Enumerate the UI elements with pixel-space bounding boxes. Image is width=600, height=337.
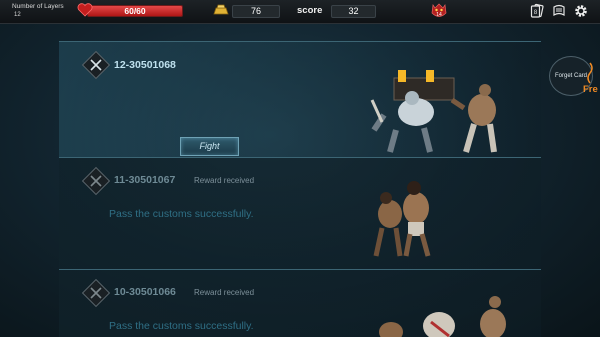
crossed-swords-icon [90, 175, 102, 187]
level-card-12[interactable]: 12-30501068 Fight [59, 41, 541, 157]
enemy-group-art [379, 296, 506, 337]
level-description: Pass the customs successfully. [109, 320, 254, 332]
enemy-group-art [370, 70, 497, 153]
demon-count: 14 [436, 12, 442, 18]
free-label: Fre [583, 84, 598, 95]
crossed-swords-icon [90, 59, 102, 71]
gold-counter: 76 [232, 5, 280, 18]
level-list[interactable]: 12-30501068 Fight 11-30501067 Reward rec… [59, 23, 541, 337]
heart-icon [77, 3, 93, 17]
enemy-group-art [373, 181, 431, 257]
scroll-icon[interactable] [551, 3, 567, 19]
reward-status: Reward received [194, 176, 255, 185]
level-id: 12-30501068 [114, 59, 176, 71]
gold-ingot-icon [213, 4, 229, 15]
layers-value: 12 [14, 12, 21, 18]
crossed-swords-icon [90, 287, 102, 299]
card-deck-icon[interactable]: 8 [529, 3, 545, 19]
level-card-10[interactable]: 10-30501066 Reward received Pass the cus… [59, 269, 541, 337]
score-label: score [297, 5, 323, 16]
gear-icon[interactable] [573, 3, 589, 19]
layers-label: Number of Layers [12, 3, 64, 10]
level-id: 11-30501067 [114, 174, 176, 186]
hp-text: 60/60 [124, 6, 146, 16]
fight-button[interactable]: Fight [180, 137, 239, 156]
score-counter: 32 [331, 5, 376, 18]
hp-bar: 60/60 [87, 5, 183, 17]
reward-status: Reward received [194, 288, 255, 297]
top-status-bar: Number of Layers 12 60/60 76 score 32 14… [0, 0, 600, 24]
flame-icon [587, 62, 593, 84]
level-description: Pass the customs successfully. [109, 208, 254, 220]
level-card-11[interactable]: 11-30501067 Reward received Pass the cus… [59, 157, 541, 269]
level-id: 10-30501066 [114, 286, 176, 298]
